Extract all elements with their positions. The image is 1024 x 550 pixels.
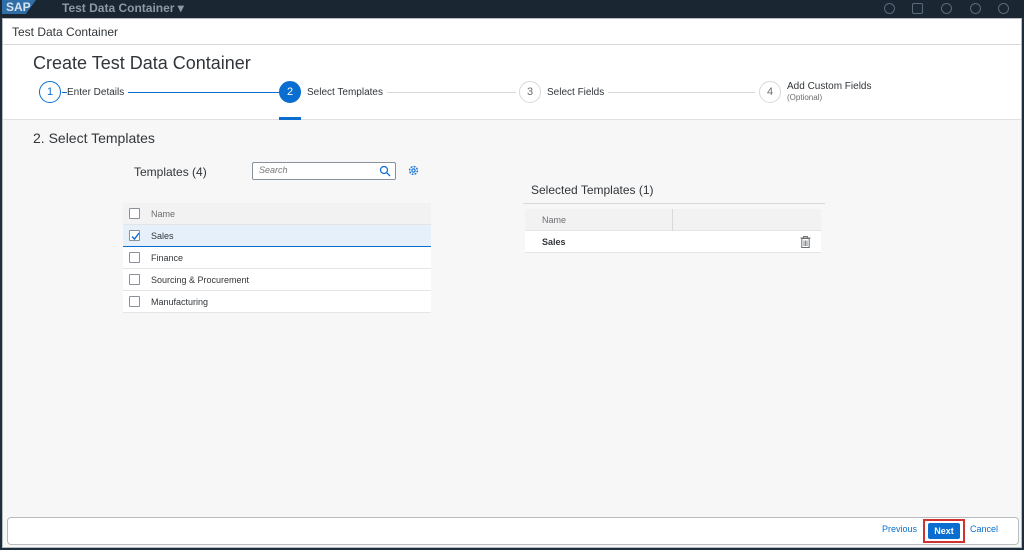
row-checkbox[interactable]: [129, 230, 140, 241]
delete-icon[interactable]: [800, 236, 811, 248]
step-label-text: Add Custom Fields: [787, 81, 872, 92]
table-row[interactable]: Manufacturing: [123, 291, 431, 313]
wizard-step-enter-details[interactable]: 1 Enter Details: [39, 81, 129, 103]
select-all-checkbox[interactable]: [129, 208, 140, 219]
notification-icon: [941, 3, 952, 14]
next-button[interactable]: Next: [928, 523, 960, 539]
templates-title: Templates (4): [134, 165, 207, 179]
active-step-indicator: [279, 117, 301, 120]
table-header-row: Name: [123, 203, 431, 225]
wizard-step-select-templates[interactable]: 2 Select Templates: [279, 81, 387, 103]
row-checkbox[interactable]: [129, 252, 140, 263]
section-title: 2. Select Templates: [33, 130, 155, 146]
search-input[interactable]: [259, 165, 369, 175]
row-name: Sales: [542, 237, 566, 247]
page-title: Create Test Data Container: [33, 53, 251, 73]
search-icon[interactable]: [379, 165, 391, 177]
divider: [523, 203, 825, 204]
row-checkbox[interactable]: [129, 296, 140, 307]
table-header-row: Name: [525, 209, 821, 231]
copy-icon: [912, 3, 923, 14]
templates-table: Name Sales Finance Sourcing & Procuremen…: [123, 203, 431, 313]
step-number: 4: [759, 81, 781, 103]
table-row[interactable]: Sales: [123, 225, 431, 247]
column-header-name: Name: [542, 215, 567, 225]
shell-app-title: Test Data Container ▾: [62, 1, 184, 15]
create-container-dialog: Test Data Container Create Test Data Con…: [2, 18, 1022, 548]
sap-logo: SAP: [2, 0, 36, 14]
help-icon: [970, 3, 981, 14]
step-label: Add Custom Fields (Optional): [787, 81, 871, 103]
wizard-line-future: [382, 92, 516, 93]
selected-templates-title: Selected Templates (1): [531, 183, 654, 197]
step-number: 1: [39, 81, 61, 103]
step-sublabel: (Optional): [787, 93, 823, 102]
previous-button[interactable]: Previous: [882, 524, 917, 534]
dialog-footer: Previous Next Cancel: [7, 517, 1019, 545]
wizard-step-select-fields[interactable]: 3 Select Fields: [519, 81, 609, 103]
column-divider: [672, 209, 673, 231]
selected-templates-table: Name Sales: [525, 209, 821, 253]
dialog-title: Test Data Container: [3, 19, 1021, 45]
table-row[interactable]: Sourcing & Procurement: [123, 269, 431, 291]
step-label: Select Templates: [307, 86, 387, 98]
row-name: Sourcing & Procurement: [151, 275, 250, 285]
shell-bar: SAP Test Data Container ▾: [0, 0, 1024, 18]
wizard-line-future: [602, 92, 755, 93]
step-number: 2: [279, 81, 301, 103]
step-number: 3: [519, 81, 541, 103]
page-header: Create Test Data Container 1 Enter Detai…: [3, 45, 1021, 120]
table-row: Sales: [525, 231, 821, 253]
row-name: Manufacturing: [151, 297, 209, 307]
wizard-step-custom-fields[interactable]: 4 Add Custom Fields (Optional): [759, 81, 871, 103]
column-header-name: Name: [151, 209, 176, 219]
checkmark-icon: [131, 232, 140, 241]
gear-icon[interactable]: [407, 164, 420, 177]
row-name: Sales: [151, 231, 174, 241]
wizard-progress: 1 Enter Details 2 Select Templates 3 Sel…: [3, 81, 1023, 120]
table-row[interactable]: Finance: [123, 247, 431, 269]
step-label: Enter Details: [67, 86, 129, 98]
step-label: Select Fields: [547, 86, 609, 98]
search-field[interactable]: [252, 162, 396, 180]
search-icon: [884, 3, 895, 14]
cancel-button[interactable]: Cancel: [970, 524, 998, 534]
row-checkbox[interactable]: [129, 274, 140, 285]
templates-toolbar: Templates (4): [123, 161, 431, 185]
user-avatar-icon: [998, 3, 1009, 14]
row-name: Finance: [151, 253, 184, 263]
